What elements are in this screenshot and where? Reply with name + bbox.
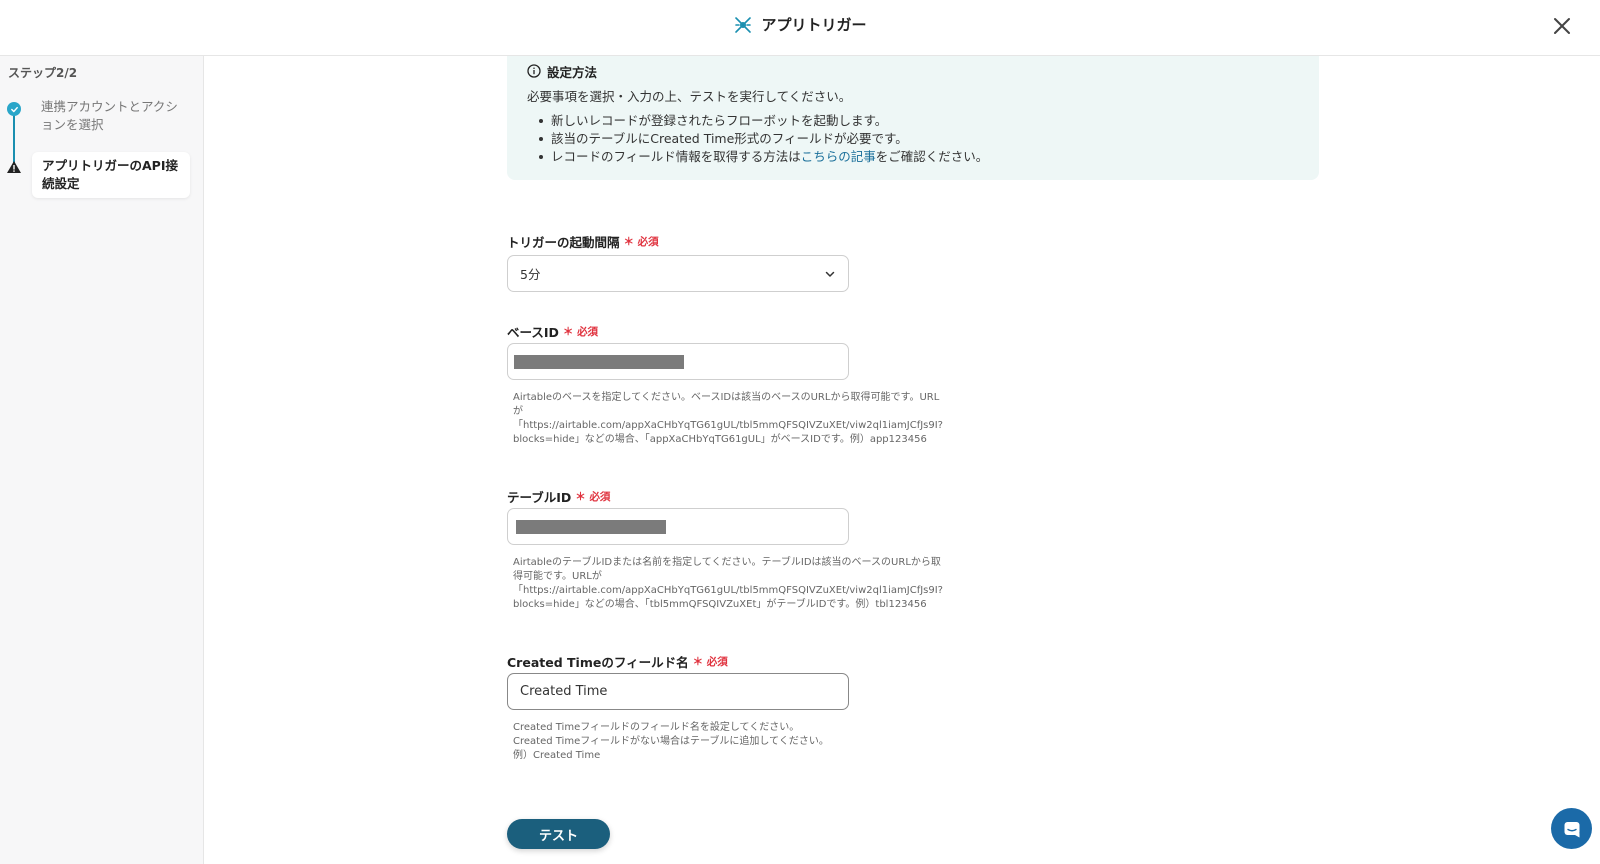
step-counter: ステップ2/2 [8, 66, 78, 80]
warning-icon [7, 161, 21, 173]
chat-support-button[interactable] [1551, 808, 1592, 849]
interval-selected-value: 5分 [520, 267, 541, 282]
table-id-input[interactable] [507, 508, 849, 545]
main-content: 設定方法 必要事項を選択・入力の上、テストを実行してください。 新しいレコードが… [205, 56, 1600, 864]
app-trigger-icon [735, 16, 752, 33]
created-time-help: Created Timeフィールドのフィールド名を設定してください。Create… [513, 722, 829, 761]
chat-icon [1564, 821, 1579, 837]
setup-instructions-box: 設定方法 必要事項を選択・入力の上、テストを実行してください。 新しいレコードが… [507, 56, 1319, 180]
step-complete-check-icon [7, 102, 21, 116]
info-icon [527, 64, 541, 78]
base-id-input[interactable] [507, 343, 849, 380]
table-id-label-text: テーブルID [507, 490, 572, 505]
dialog-title-text: アプリトリガー [761, 16, 867, 34]
info-description: 必要事項を選択・入力の上、テストを実行してください。 [527, 89, 852, 104]
base-id-help: Airtableのベースを指定してください。ベースIDは該当のベースのURLから… [513, 392, 943, 445]
info-heading: 設定方法 [527, 62, 1299, 80]
created-time-label: Created Timeのフィールド名 ＊ 必須 [507, 652, 728, 671]
step-sidebar: ステップ2/2 連携アカウントとアクションを選択 アプリトリガーのAPI接続設定 [0, 56, 204, 864]
table-id-help: AirtableのテーブルIDまたは名前を指定してください。テーブルIDは該当の… [513, 557, 943, 610]
sidebar-step-select-account[interactable]: 連携アカウントとアクションを選択 [41, 98, 181, 134]
interval-label-text: トリガーの起動間隔 [507, 235, 620, 250]
base-id-label-text: ベースID [507, 325, 559, 340]
required-badge: ＊ 必須 [692, 656, 728, 668]
info-bullet: レコードのフィールド情報を取得する方法はこちらの記事をご確認ください。 [539, 148, 1299, 166]
created-time-input[interactable] [507, 673, 849, 710]
info-heading-text: 設定方法 [547, 64, 598, 80]
required-badge: ＊ 必須 [623, 236, 659, 248]
info-bullet: 新しいレコードが登録されたらフローボットを起動します。 [539, 112, 1299, 130]
test-button[interactable]: テスト [507, 819, 610, 849]
required-badge: ＊ 必須 [562, 326, 599, 338]
sidebar-step-api-settings[interactable]: アプリトリガーのAPI接続設定 [32, 152, 190, 198]
info-bullet-suffix: をご確認ください。 [875, 149, 989, 164]
chevron-down-icon [825, 271, 835, 277]
step-connector-line [13, 110, 15, 166]
info-bullet: 該当のテーブルにCreated Time形式のフィールドが必要です。 [539, 130, 1299, 148]
table-id-label: テーブルID ＊ 必須 [507, 487, 610, 506]
interval-label: トリガーの起動間隔 ＊ 必須 [507, 232, 659, 251]
close-button[interactable] [1548, 12, 1576, 40]
close-icon [1554, 18, 1570, 34]
top-bar: アプリトリガー [0, 0, 1600, 56]
base-id-label: ベースID ＊ 必須 [507, 322, 598, 341]
info-bullet-prefix: レコードのフィールド情報を取得する方法は [551, 149, 801, 164]
info-bullet-list: 新しいレコードが登録されたらフローボットを起動します。 該当のテーブルにCrea… [527, 112, 1299, 166]
interval-select[interactable]: 5分 [507, 255, 849, 292]
redacted-value [514, 355, 684, 369]
dialog-title: アプリトリガー [0, 14, 1600, 35]
created-time-label-text: Created Timeのフィールド名 [507, 655, 689, 670]
redacted-value [516, 520, 666, 534]
required-badge: ＊ 必須 [575, 491, 611, 503]
article-link[interactable]: こちらの記事 [801, 149, 876, 164]
